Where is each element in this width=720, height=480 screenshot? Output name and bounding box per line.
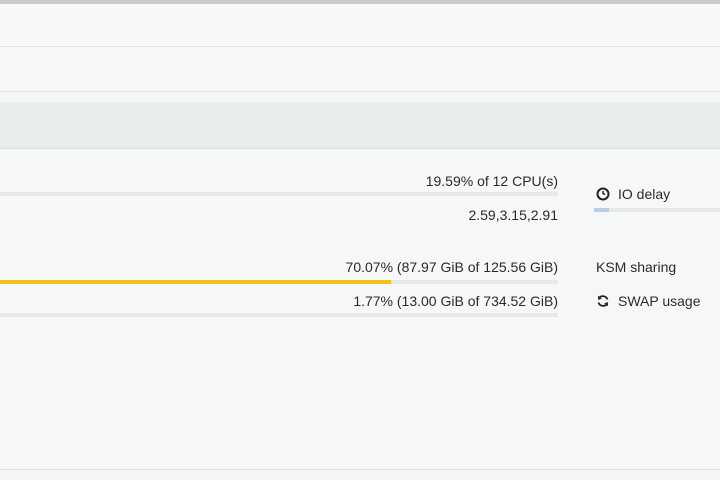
- swap-usage-label: SWAP usage: [596, 293, 701, 309]
- ksm-sharing-text: KSM sharing: [596, 259, 677, 275]
- io-delay-text: IO delay: [618, 186, 671, 202]
- io-delay-bar: [594, 208, 720, 212]
- io-delay-bar-fill: [594, 208, 610, 212]
- io-delay-label: IO delay: [596, 186, 670, 202]
- hd-space-value: 1.77% (13.00 GiB of 734.52 GiB): [353, 293, 558, 309]
- ram-usage-bar-fill: [0, 280, 391, 284]
- refresh-icon: [596, 294, 610, 308]
- ram-usage-bar: [0, 280, 558, 284]
- load-average-value: 2.59,3.15,2.91: [468, 207, 558, 223]
- cpu-usage-bar: [0, 192, 558, 196]
- node-summary-page: 19.59% of 12 CPU(s) 2.59,3.15,2.91 70.07…: [0, 0, 720, 480]
- cpu-usage-value: 19.59% of 12 CPU(s): [425, 173, 558, 189]
- ram-usage-value: 70.07% (87.97 GiB of 125.56 GiB): [345, 259, 558, 275]
- hd-space-bar: [0, 313, 558, 317]
- toolbar-row: [0, 4, 720, 47]
- status-panel: 19.59% of 12 CPU(s) 2.59,3.15,2.91 70.07…: [0, 149, 720, 469]
- clock-icon: [596, 187, 610, 201]
- swap-usage-text: SWAP usage: [618, 293, 701, 309]
- ksm-sharing-label: KSM sharing: [596, 259, 676, 275]
- secondary-row: [0, 47, 720, 92]
- cpu-usage-bar-fill: [0, 192, 110, 196]
- hd-space-bar-fill: [0, 313, 10, 317]
- status-panel-header: [0, 102, 720, 149]
- bottom-divider: [0, 469, 720, 470]
